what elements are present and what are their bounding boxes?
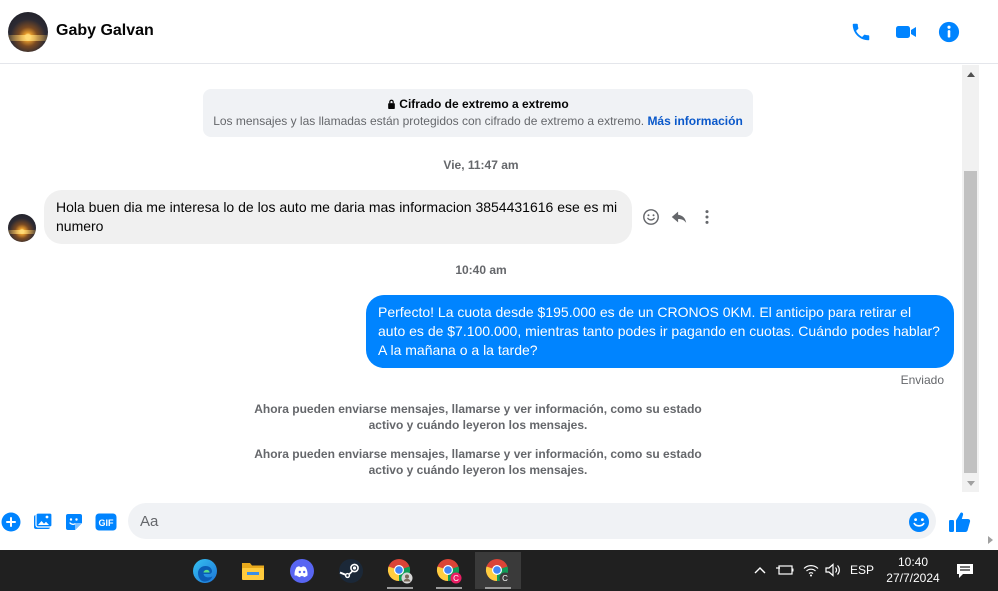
contact-name[interactable]: Gaby Galvan [56,22,154,40]
scroll-down-arrow-icon[interactable] [962,475,979,492]
svg-text:GIF: GIF [99,518,115,528]
reply-icon[interactable] [668,206,690,228]
steam-icon[interactable] [328,552,374,589]
scroll-up-arrow-icon[interactable] [962,65,979,82]
wifi-icon[interactable] [801,560,821,580]
chrome-profile-2-icon[interactable]: C [426,552,472,589]
message-input[interactable] [128,503,936,539]
lock-icon [387,98,396,112]
image-icon[interactable] [32,511,54,533]
message-composer: GIF [0,494,998,550]
more-options-icon[interactable] [696,206,718,228]
scroll-thumb[interactable] [964,171,977,473]
sticker-icon[interactable] [63,511,85,533]
app-running-indicator [436,587,462,589]
edge-icon[interactable] [182,552,228,589]
emoji-icon[interactable] [907,510,931,534]
thread-scrollbar[interactable] [962,65,979,492]
scroll-right-arrow-icon[interactable] [983,532,998,547]
sent-status: Enviado [900,373,944,387]
timestamp: 10:40 am [455,263,507,277]
message-thread[interactable]: Cifrado de extremo a extremo Los mensaje… [0,65,962,492]
messenger-window: Gaby Galvan Cifrado de extremo a extremo… [0,0,998,591]
discord-icon[interactable] [279,552,325,589]
plus-icon[interactable] [0,511,22,533]
system-message: Ahora pueden enviarse mensajes, llamarse… [254,402,702,432]
volume-icon[interactable] [823,560,843,580]
clock-date: 27/7/2024 [886,571,940,585]
system-message: Ahora pueden enviarse mensajes, llamarse… [254,447,702,477]
incoming-message[interactable]: Hola buen dia me interesa lo de los auto… [44,190,632,244]
encryption-title: Cifrado de extremo a extremo [399,97,569,111]
encryption-body: Los mensajes y las llamadas están proteg… [213,114,645,128]
encryption-notice: Cifrado de extremo a extremo Los mensaje… [203,89,753,137]
windows-taskbar: C C ESP 10:40 27/7/2024 [0,550,998,591]
contact-avatar[interactable] [8,12,48,52]
info-icon[interactable] [937,20,961,44]
conversation-header: Gaby Galvan [0,0,998,64]
message-actions [640,206,718,228]
svg-text:C: C [453,574,459,583]
phone-icon[interactable] [849,20,873,44]
timestamp: Vie, 11:47 am [443,158,519,172]
chrome-profile-3-icon[interactable]: C [475,552,521,589]
gif-icon[interactable]: GIF [95,511,117,533]
video-camera-icon[interactable] [894,20,918,44]
thumbs-up-icon[interactable] [947,509,973,535]
language-indicator[interactable]: ESP [848,560,876,580]
react-emoji-icon[interactable] [640,206,662,228]
sender-avatar[interactable] [8,214,36,242]
notification-center-icon[interactable] [952,558,978,584]
show-hidden-icons-chevron-icon[interactable] [752,560,768,580]
outgoing-message[interactable]: Perfecto! La cuota desde $195.000 es de … [366,295,954,368]
more-info-link[interactable]: Más información [647,114,742,128]
file-explorer-icon[interactable] [230,552,276,589]
chrome-profile-1-icon[interactable] [377,552,423,589]
svg-text:C: C [502,574,508,583]
clock-time: 10:40 [897,555,929,569]
app-running-indicator [485,587,511,589]
system-clock[interactable]: 10:40 27/7/2024 [880,554,946,586]
battery-icon[interactable] [775,560,795,580]
app-running-indicator [387,587,413,589]
